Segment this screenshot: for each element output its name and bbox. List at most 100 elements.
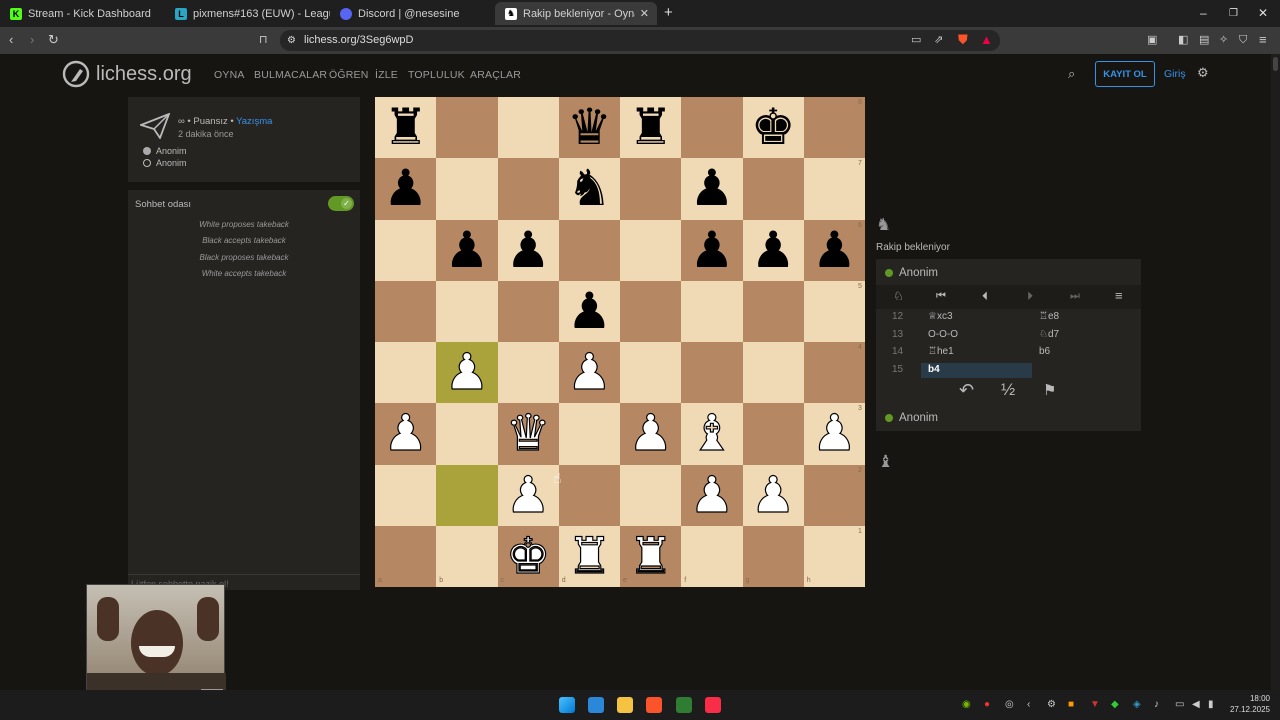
black-move[interactable]: ♘d7 (1039, 329, 1059, 340)
menu-hamburger-icon[interactable]: ≡ (1115, 288, 1123, 303)
tray-green-icon[interactable]: ◆ (1111, 699, 1119, 710)
new-tab-button[interactable]: + (664, 4, 673, 21)
music-app-icon[interactable] (705, 697, 721, 713)
reload-icon[interactable]: ↻ (48, 33, 59, 47)
tray-blue-icon[interactable]: ◈ (1133, 699, 1141, 710)
close-tab-icon[interactable]: ✕ (640, 7, 649, 20)
square-a1[interactable] (375, 525, 437, 587)
resign-flag-icon[interactable]: ⚑ (1043, 381, 1056, 399)
square-e5[interactable] (620, 280, 682, 342)
square-h1[interactable] (803, 525, 865, 587)
square-h4[interactable] (803, 342, 865, 404)
square-h7[interactable] (803, 158, 865, 220)
square-b2[interactable] (436, 464, 498, 526)
black-pawn-f7[interactable]: ♟ (681, 158, 742, 219)
square-c8[interactable] (497, 97, 559, 159)
square-f4[interactable] (681, 342, 743, 404)
black-queen-d8[interactable]: ♛ (559, 97, 620, 158)
black-pawn-c6[interactable]: ♟ (498, 220, 559, 281)
white-pawn-c2[interactable]: ♟ (498, 465, 559, 526)
white-pawn-d4[interactable]: ♟ (559, 342, 620, 403)
square-g3[interactable] (742, 403, 804, 465)
search-icon[interactable]: ⌕ (1068, 66, 1075, 82)
square-h8[interactable] (803, 97, 865, 159)
first-move-icon[interactable]: ⏮ (936, 290, 946, 303)
square-c4[interactable] (497, 342, 559, 404)
address-bar[interactable]: ⚙ lichess.org/3Seg6wpD (280, 30, 1000, 51)
nav-araclar[interactable]: ARAÇLAR (470, 69, 521, 81)
tray-arrow-icon[interactable]: ‹ (1027, 699, 1030, 710)
square-c5[interactable] (497, 280, 559, 342)
steam-tray-icon[interactable]: ◎ (1005, 699, 1014, 710)
square-c7[interactable] (497, 158, 559, 220)
microphone-icon[interactable]: ♪ (1154, 699, 1159, 710)
correspondence-link[interactable]: Yazışma (236, 116, 272, 127)
close-window-button[interactable]: ✕ (1258, 6, 1268, 20)
nav-ogren[interactable]: ÖĞREN (329, 69, 369, 81)
chat-toggle[interactable]: ✓ (328, 196, 354, 211)
black-pawn-b6[interactable]: ♟ (436, 220, 497, 281)
square-g1[interactable] (742, 525, 804, 587)
white-move[interactable]: ♕xc3 (928, 311, 953, 322)
widgets-icon[interactable] (588, 697, 604, 713)
black-rook-a8[interactable]: ♜ (375, 97, 436, 158)
square-h5[interactable] (803, 280, 865, 342)
white-move[interactable]: ♖he1 (928, 346, 954, 357)
black-pawn-a7[interactable]: ♟ (375, 158, 436, 219)
site-info-icon[interactable]: ⚙ (287, 30, 296, 51)
white-pawn-b4[interactable]: ♟ (436, 342, 497, 403)
nvidia-tray-icon[interactable]: ◉ (962, 699, 971, 710)
taskbar-clock[interactable]: 18:00 27.12.2025 (1222, 693, 1270, 715)
nav-topluluk[interactable]: TOPLULUK (408, 69, 465, 81)
last-move-icon[interactable]: ⏭ (1070, 290, 1080, 303)
square-e7[interactable] (620, 158, 682, 220)
white-pawn-g2[interactable]: ♟ (743, 465, 804, 526)
forward-icon[interactable]: › (30, 33, 34, 47)
square-a4[interactable] (375, 342, 437, 404)
back-icon[interactable]: ‹ (9, 33, 13, 47)
tray-orange-icon[interactable]: ■ (1068, 699, 1074, 710)
white-rook-e1[interactable]: ♜ (620, 526, 681, 587)
bottom-player[interactable]: Anonim (885, 412, 938, 424)
white-player[interactable]: Anonim (143, 146, 187, 156)
white-pawn-a3[interactable]: ♟ (375, 403, 436, 464)
bookmark-icon[interactable]: ⊓ (259, 33, 268, 47)
square-d6[interactable] (558, 219, 620, 281)
tab-leagueofgraphs[interactable]: L pixmens#163 (EUW) - LeagueOfGrap (165, 2, 330, 25)
black-player[interactable]: Anonim (143, 158, 187, 168)
black-knight-d7[interactable]: ♞ (559, 158, 620, 219)
black-move[interactable]: ♖e8 (1039, 311, 1059, 322)
square-a5[interactable] (375, 280, 437, 342)
white-bishop-f3[interactable]: ♝ (681, 403, 742, 464)
restore-button[interactable]: ❐ (1229, 8, 1238, 19)
square-h2[interactable] (803, 464, 865, 526)
black-king-g8[interactable]: ♚ (743, 97, 804, 158)
tab-lichess[interactable]: ♞ Rakip bekleniyor - Oyna Anon ✕ (495, 2, 657, 25)
offer-draw-button[interactable]: ½ (1001, 380, 1015, 400)
share-icon[interactable]: ⇗ (934, 33, 943, 47)
square-a6[interactable] (375, 219, 437, 281)
white-pawn-e3[interactable]: ♟ (620, 403, 681, 464)
prev-move-icon[interactable]: ⏴ (982, 289, 988, 304)
sidebar-icon[interactable]: ◧ (1178, 33, 1188, 47)
settings-gear-icon[interactable]: ⚙ (1197, 65, 1209, 81)
square-b5[interactable] (436, 280, 498, 342)
square-g5[interactable] (742, 280, 804, 342)
square-b3[interactable] (436, 403, 498, 465)
square-d2[interactable] (558, 464, 620, 526)
white-pawn-h3[interactable]: ♟ (804, 403, 865, 464)
tray-red-icon[interactable]: ▼ (1090, 699, 1100, 710)
signin-link[interactable]: Giriş (1164, 68, 1186, 80)
black-pawn-f6[interactable]: ♟ (681, 220, 742, 281)
square-e6[interactable] (620, 219, 682, 281)
square-f1[interactable] (681, 525, 743, 587)
takeback-icon[interactable]: ↶ (959, 380, 974, 401)
menu-icon[interactable]: ≡ (1259, 33, 1267, 47)
lichess-logo[interactable]: lichess.org (62, 60, 192, 88)
white-move[interactable]: b4 (928, 364, 940, 375)
black-pawn-d5[interactable]: ♟ (559, 281, 620, 342)
green-app-icon[interactable] (676, 697, 692, 713)
network-icon[interactable]: ▭ (1175, 699, 1184, 710)
white-king-c1[interactable]: ♚ (498, 526, 559, 587)
brave-shield-icon[interactable]: ⛊ (958, 33, 968, 47)
